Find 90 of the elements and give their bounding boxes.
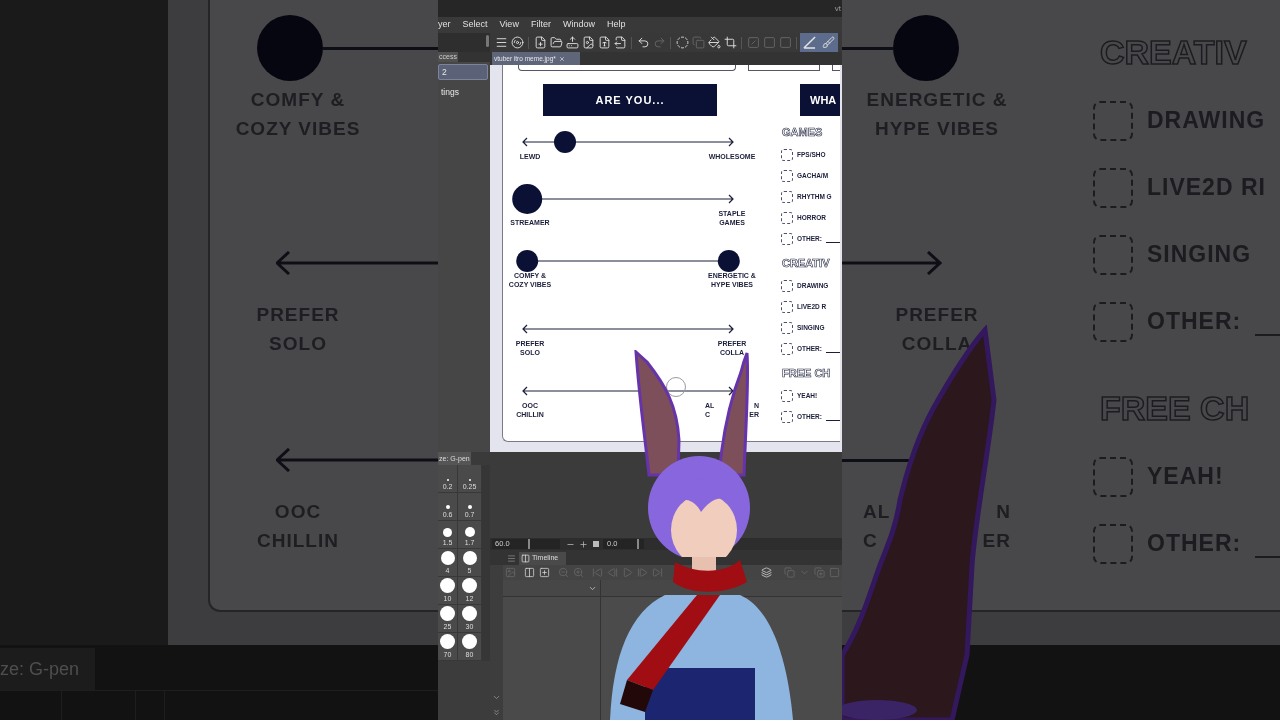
menu-icon[interactable] [507, 554, 516, 563]
form-box [832, 65, 840, 71]
step-back-icon [607, 567, 618, 578]
checkbox[interactable] [1093, 100, 1133, 141]
track-line [842, 46, 893, 50]
layers-icon [761, 567, 772, 578]
panel-item[interactable]: tings [438, 84, 488, 100]
checkbox[interactable] [781, 190, 793, 203]
close-icon[interactable] [558, 55, 565, 62]
checkbox[interactable] [781, 389, 793, 402]
angle-icon [803, 36, 816, 49]
reset-button[interactable] [590, 539, 602, 549]
window-title: vt [834, 2, 841, 15]
tool-button[interactable] [522, 565, 537, 580]
header-banner: WHA [800, 84, 840, 116]
menu-item[interactable]: View [499, 18, 519, 32]
plus-icon [578, 539, 588, 549]
toolbar-button[interactable] [706, 34, 722, 51]
form-box [748, 65, 820, 71]
checkbox[interactable] [781, 232, 793, 245]
toolbar-button[interactable] [800, 33, 819, 52]
checkbox[interactable] [781, 410, 793, 423]
slider-handle[interactable] [637, 539, 639, 549]
checkbox[interactable] [781, 279, 793, 292]
square-icon [778, 36, 792, 49]
checkbox[interactable] [1093, 234, 1133, 275]
redo-icon [652, 36, 666, 49]
checkbox[interactable] [781, 169, 793, 182]
paint-bucket-icon [707, 36, 721, 49]
section-heading: FREE CH [782, 366, 832, 380]
checkbox[interactable] [1093, 167, 1133, 208]
dashed-circle-icon [675, 36, 689, 49]
section-heading: GAMES [782, 125, 824, 139]
square-icon [762, 36, 776, 49]
timeline-icon [521, 554, 530, 563]
image-file-icon [581, 36, 595, 49]
menu-item[interactable]: yer [438, 18, 451, 32]
zoom-in-icon [573, 567, 584, 578]
toolbar-button[interactable] [509, 34, 525, 51]
copy-plus-icon [814, 567, 825, 578]
section-heading: CREATIV [782, 256, 831, 270]
crop-icon [723, 36, 737, 49]
double-chevron-down-icon[interactable] [492, 708, 501, 717]
tray-upload-icon [565, 36, 579, 49]
step-forward-icon [637, 567, 648, 578]
header-banner: ARE YOU... [543, 84, 717, 116]
toolbar-button[interactable] [612, 34, 628, 51]
undo-icon [636, 36, 650, 49]
checkbox[interactable] [781, 211, 793, 224]
square-icon [829, 567, 840, 578]
checkbox[interactable] [1093, 523, 1133, 564]
image-icon [505, 567, 516, 578]
folder-icon [549, 36, 563, 49]
zoom-out-icon [558, 567, 569, 578]
menu-icon [494, 36, 508, 49]
menu-item[interactable]: Filter [530, 18, 551, 32]
toolbar-button[interactable] [722, 34, 738, 51]
disc-icon [510, 36, 524, 49]
menu-item[interactable]: Select [462, 18, 488, 32]
square-icon [593, 541, 599, 547]
panel-item[interactable]: 2 [438, 64, 488, 80]
toolbar-button[interactable] [564, 34, 580, 51]
copy-icon [784, 567, 795, 578]
copy-icon [691, 36, 705, 49]
zoom-in-button[interactable] [577, 539, 589, 549]
toolbar-button[interactable] [674, 34, 690, 51]
tool-button[interactable] [537, 565, 552, 580]
tool-button[interactable] [759, 565, 774, 580]
add-frame-icon [539, 567, 550, 578]
checkbox[interactable] [781, 300, 793, 313]
play-icon [622, 567, 633, 578]
new-file-icon [533, 36, 547, 49]
chevron-down-icon[interactable] [492, 693, 501, 702]
text-file-icon [597, 36, 611, 49]
menu-item[interactable]: Window [562, 18, 595, 32]
skip-forward-icon [652, 567, 663, 578]
scrollbar[interactable] [486, 35, 489, 47]
checkbox[interactable] [781, 148, 793, 161]
slider-handle[interactable] [528, 539, 531, 549]
timeline-icon [524, 567, 535, 578]
checkbox[interactable] [1093, 301, 1133, 342]
checkbox[interactable] [781, 342, 793, 355]
skip-back-icon [592, 567, 603, 578]
slashed-square-icon [746, 36, 760, 49]
menu-item[interactable]: Help [606, 18, 626, 32]
checkbox[interactable] [781, 321, 793, 334]
file-output-icon [613, 36, 627, 49]
scrollbar-track[interactable] [482, 465, 490, 661]
checkbox[interactable] [1093, 456, 1133, 497]
brush-icon [822, 36, 835, 49]
